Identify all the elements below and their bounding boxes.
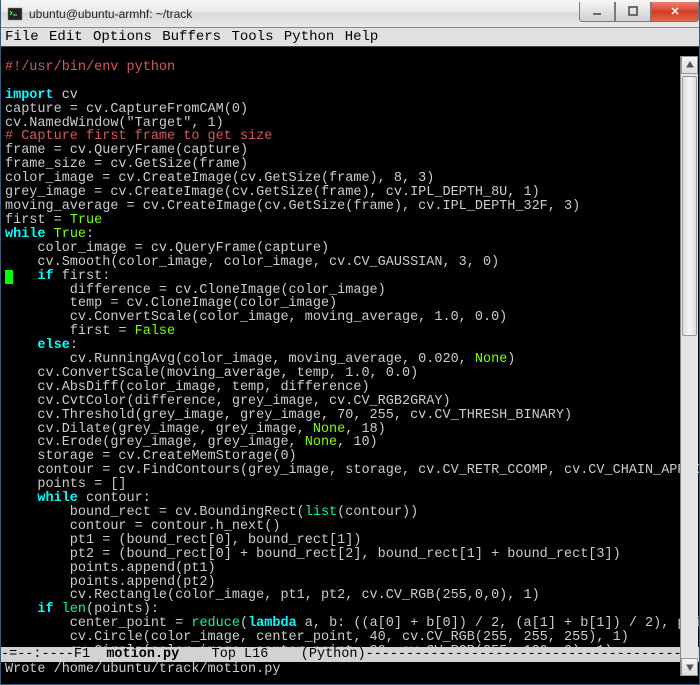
code-line: cv.RunningAvg(color_image, moving_averag… — [5, 352, 515, 367]
code-line: frame = cv.QueryFrame(capture) — [5, 143, 248, 158]
code-line: capture = cv.CaptureFromCAM(0) — [5, 102, 248, 117]
code-line: pt1 = (bound_rect[0], bound_rect[1]) — [5, 533, 361, 548]
code-line: temp = cv.CloneImage(color_image) — [5, 296, 337, 311]
code-line: while True: — [5, 227, 94, 242]
close-button[interactable] — [651, 2, 699, 22]
emacs-minibuffer[interactable]: Wrote /home/ubuntu/track/motion.py — [1, 662, 699, 677]
code-line: center_point = reduce(lambda a, b: ((a[0… — [5, 616, 699, 631]
code-line: cv.Erode(grey_image, grey_image, None, 1… — [5, 435, 378, 450]
code-line: pt2 = (bound_rect[0] + bound_rect[2], bo… — [5, 547, 621, 562]
emacs-menubar: File Edit Options Buffers Tools Python H… — [1, 28, 699, 47]
code-line: # Capture first frame to get size — [5, 129, 272, 144]
window-title: ubuntu@ubuntu-armhf: ~/track — [29, 7, 579, 21]
terminal-icon — [7, 6, 23, 22]
code-line: cv.Circle(color_image, center_point, 30,… — [5, 644, 613, 647]
emacs-modeline: -=--:----F1 motion.py Top L16 (Python)--… — [1, 647, 699, 662]
menu-file[interactable]: File — [5, 29, 39, 45]
code-line: points.append(pt2) — [5, 575, 216, 590]
code-line: points = [] — [5, 477, 127, 492]
code-line: storage = cv.CreateMemStorage(0) — [5, 449, 297, 464]
window-titlebar: ubuntu@ubuntu-armhf: ~/track — [1, 0, 699, 28]
menu-options[interactable]: Options — [93, 29, 152, 45]
maximize-button[interactable] — [615, 2, 651, 22]
code-line: color_image = cv.QueryFrame(capture) — [5, 241, 329, 256]
code-line: cv.AbsDiff(color_image, temp, difference… — [5, 380, 370, 395]
code-line: cv.ConvertScale(moving_average, temp, 1.… — [5, 366, 418, 381]
scroll-up-button[interactable] — [681, 56, 698, 74]
code-line: contour = cv.FindContours(grey_image, st… — [5, 463, 699, 478]
code-line: cv.Smooth(color_image, color_image, cv.C… — [5, 255, 499, 270]
code-line: color_image = cv.CreateImage(cv.GetSize(… — [5, 171, 434, 186]
code-line: moving_average = cv.CreateImage(cv.GetSi… — [5, 199, 580, 214]
buffer-name: motion.py — [106, 647, 179, 662]
menu-tools[interactable]: Tools — [231, 29, 273, 45]
code-line: else: — [5, 338, 78, 353]
code-line: difference = cv.CloneImage(color_image) — [5, 283, 386, 298]
menu-help[interactable]: Help — [345, 29, 379, 45]
code-line: if first: — [5, 269, 110, 284]
menu-edit[interactable]: Edit — [49, 29, 83, 45]
code-line: contour = contour.h_next() — [5, 519, 280, 534]
code-line: points.append(pt1) — [5, 561, 216, 576]
minimize-button[interactable] — [579, 2, 615, 22]
code-line: if len(points): — [5, 602, 159, 617]
code-line: cv.Circle(color_image, center_point, 40,… — [5, 630, 629, 645]
code-line: first = False — [5, 324, 175, 339]
code-line: #!/usr/bin/env python — [5, 60, 175, 75]
code-line: while contour: — [5, 491, 151, 506]
vertical-scrollbar[interactable] — [680, 56, 698, 676]
code-line: cv.Dilate(grey_image, grey_image, None, … — [5, 422, 386, 437]
editor-area[interactable]: #!/usr/bin/env python import cv capture … — [1, 47, 699, 647]
code-line: cv.Threshold(grey_image, grey_image, 70,… — [5, 408, 572, 423]
scroll-track[interactable] — [681, 74, 698, 658]
menu-python[interactable]: Python — [284, 29, 334, 45]
scroll-thumb[interactable] — [682, 76, 697, 336]
code-line: frame_size = cv.GetSize(frame) — [5, 157, 248, 172]
scroll-down-button[interactable] — [681, 658, 698, 676]
code-line: grey_image = cv.CreateImage(cv.GetSize(f… — [5, 185, 540, 200]
menu-buffers[interactable]: Buffers — [162, 29, 221, 45]
code-line: bound_rect = cv.BoundingRect(list(contou… — [5, 505, 418, 520]
code-line: import cv — [5, 88, 78, 103]
code-line: cv.ConvertScale(color_image, moving_aver… — [5, 310, 507, 325]
code-line: cv.NamedWindow("Target", 1) — [5, 116, 224, 131]
code-line: cv.CvtColor(difference, grey_image, cv.C… — [5, 394, 451, 409]
code-line: cv.Rectangle(color_image, pt1, pt2, cv.C… — [5, 588, 540, 603]
code-line: first = True — [5, 213, 102, 228]
